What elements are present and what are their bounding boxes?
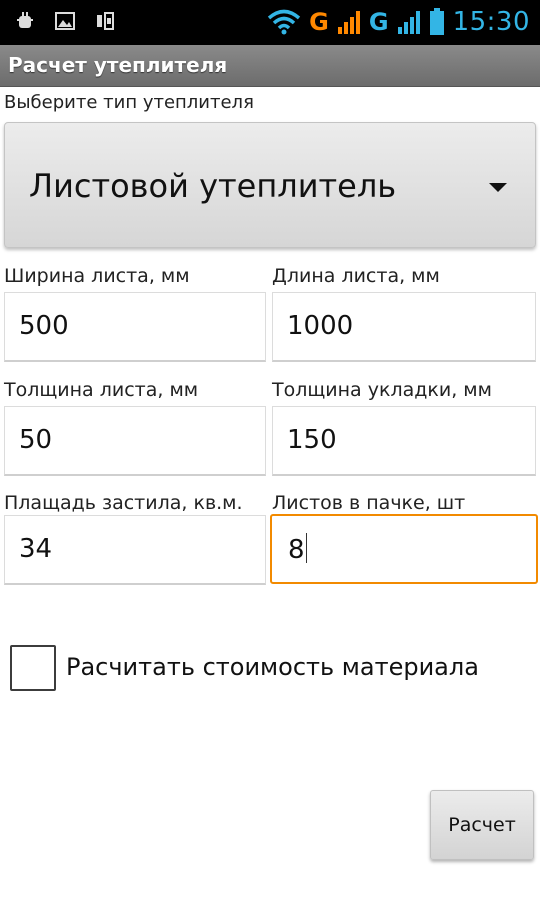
sheets-per-pack-input[interactable]: 8 xyxy=(270,514,538,584)
signal-icon xyxy=(397,9,421,35)
gallery-icon xyxy=(54,10,76,32)
clock: 15:30 xyxy=(452,7,530,37)
layer-thickness-label: Толщина укладки, мм xyxy=(272,379,492,401)
area-value: 34 xyxy=(19,534,53,564)
status-bar: G G 15:30 xyxy=(0,0,540,45)
network-type-2: G xyxy=(368,8,389,36)
calculate-button[interactable]: Расчет xyxy=(430,790,534,860)
sheet-width-value: 500 xyxy=(19,311,69,341)
notification-icons xyxy=(14,10,116,32)
sheet-length-value: 1000 xyxy=(287,311,354,341)
sheet-thickness-label: Толщина листа, мм xyxy=(4,379,199,401)
area-label: Плащадь застила, кв.м. xyxy=(4,492,243,514)
sheet-length-input[interactable]: 1000 xyxy=(272,292,536,362)
network-type-1: G xyxy=(309,8,329,36)
layer-thickness-input[interactable]: 150 xyxy=(272,406,536,476)
sim-icon xyxy=(94,10,116,32)
app-screen: G G 15:30 Расчет утеплителя Выберите тип… xyxy=(0,0,540,900)
text-cursor xyxy=(305,533,307,563)
sheet-thickness-input[interactable]: 50 xyxy=(4,406,266,476)
insulation-type-dropdown[interactable]: Листовой утеплитель xyxy=(4,122,536,248)
usb-debug-icon xyxy=(14,10,36,32)
area-input[interactable]: 34 xyxy=(4,515,266,585)
app-title: Расчет утеплителя xyxy=(8,53,228,77)
layer-thickness-value: 150 xyxy=(287,425,337,455)
calculate-cost-label[interactable]: Расчитать стоимость материала xyxy=(66,653,479,681)
dropdown-arrow-icon xyxy=(489,183,507,192)
sheet-width-input[interactable]: 500 xyxy=(4,292,266,362)
calculate-cost-checkbox[interactable] xyxy=(10,645,56,691)
sheets-per-pack-label: Листов в пачке, шт xyxy=(272,492,466,514)
battery-icon xyxy=(429,8,445,36)
signal-icon xyxy=(337,9,361,35)
app-title-bar: Расчет утеплителя xyxy=(0,45,540,87)
insulation-type-label: Выберите тип утеплителя xyxy=(4,92,254,113)
sheet-width-label: Ширина листа, мм xyxy=(4,265,190,287)
sheet-thickness-value: 50 xyxy=(19,425,53,455)
insulation-type-value: Листовой утеплитель xyxy=(29,167,397,205)
system-indicators: G G 15:30 xyxy=(267,4,530,40)
sheets-per-pack-value: 8 xyxy=(288,535,305,565)
sheet-length-label: Длина листа, мм xyxy=(272,265,440,287)
wifi-icon xyxy=(267,9,301,35)
